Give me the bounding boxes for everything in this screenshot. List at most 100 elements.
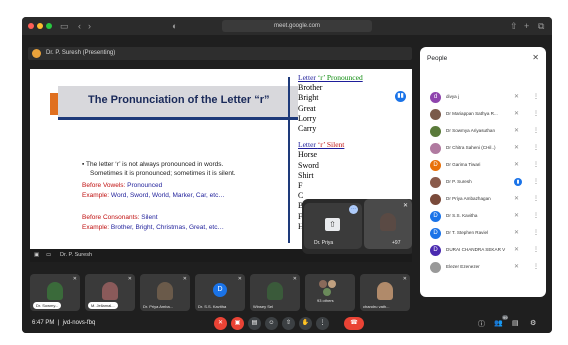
self-mic-off-icon[interactable]: ✕ <box>403 202 408 209</box>
participant-row[interactable]: Elezer Ezenezer ✕ ⋮ <box>420 259 546 276</box>
present-button[interactable]: ⇧ <box>282 317 295 330</box>
present-screen-icon[interactable]: ⇧ <box>325 218 340 231</box>
silent-word: Shirt <box>298 170 314 180</box>
participant-row[interactable]: D Dr T. Stephen Raviel ✕ ⋮ <box>420 225 546 242</box>
mic-off-icon: ✕ <box>514 162 520 168</box>
pronounced-word: Carry <box>298 124 317 134</box>
more-options-button[interactable]: ⋮ <box>316 317 329 330</box>
self-camera-tile: ✕ <box>364 199 412 249</box>
slide-example-2: Example: Brother, Bright, Christmas, Gre… <box>82 224 224 231</box>
mic-off-icon: ✕ <box>514 145 520 151</box>
others-tile[interactable]: 93 others <box>305 274 355 311</box>
chat-icon[interactable]: ▤ <box>512 319 519 327</box>
participant-row[interactable]: Dr Mariappan Sathya R... ✕ ⋮ <box>420 106 546 123</box>
people-panel-title: People <box>427 55 448 62</box>
participant-name: Dr Chitra Saheni (CHil..) <box>446 145 496 150</box>
more-options-icon[interactable]: ⋮ <box>533 110 539 117</box>
participant-name: DURAI CHANDRA SEKAR V <box>446 247 506 252</box>
participant-tile[interactable]: ✕ M. Jellamal... <box>85 274 135 311</box>
more-options-icon[interactable]: ⋮ <box>533 93 539 100</box>
more-options-icon[interactable]: ⋮ <box>533 229 539 236</box>
participant-video <box>102 282 118 300</box>
minimize-window-dot[interactable] <box>37 23 43 29</box>
mic-toggle-button[interactable]: ✕ <box>214 317 227 330</box>
pin-icon[interactable]: ▣ <box>34 249 39 262</box>
mic-off-icon: ✕ <box>292 276 297 282</box>
slide-before-vowels: Before Vowels: Pronounced <box>82 182 163 189</box>
people-icon[interactable]: 👥 <box>494 319 503 327</box>
people-count-badge: 99 <box>502 315 509 320</box>
shield-icon: ◐ <box>172 21 178 31</box>
browser-toolbar: ▭ ‹ › ◐ meet.google.com ⇧ + ⧉ <box>22 17 552 35</box>
self-view-name: Dr. Priya <box>314 240 334 246</box>
more-options-icon[interactable]: ⋮ <box>533 246 539 253</box>
screen-icon: ▭ <box>46 252 52 258</box>
close-icon[interactable]: ✕ <box>532 53 539 62</box>
slide-accent <box>50 93 58 115</box>
avatar: D <box>213 283 227 297</box>
participant-name: Dr Mariappan Sathya R... <box>446 111 498 116</box>
slide-example-1: Example: Word, Sword, World, Marker, Car… <box>82 192 225 199</box>
self-view-pill: ⇧ ⋯ ✕ Dr. Priya +97 <box>302 199 412 254</box>
participant-row[interactable]: D DURAI CHANDRA SEKAR V ✕ ⋮ <box>420 242 546 259</box>
participant-tile[interactable]: D ✕ Dr. S.S. Kavitha <box>195 274 245 311</box>
avatar <box>430 126 441 137</box>
participant-name: Dr S.S. Kavitha <box>446 213 478 218</box>
participant-tile[interactable]: ✕ chandru vath... <box>360 274 410 311</box>
expand-icon[interactable]: ⋯ <box>349 205 358 214</box>
participant-row[interactable]: Dr Sowmya Ariyasuthan ✕ ⋮ <box>420 123 546 140</box>
share-icon[interactable]: ⇧ <box>510 20 518 32</box>
more-options-icon[interactable]: ⋮ <box>533 144 539 151</box>
participant-name: Dr Garima Tiwari <box>446 162 481 167</box>
more-options-icon[interactable]: ⋮ <box>533 178 539 185</box>
participant-tile[interactable]: ✕ Dr. Sowmy... <box>30 274 80 311</box>
more-options-icon[interactable]: ⋮ <box>533 212 539 219</box>
more-options-icon[interactable]: ⋮ <box>533 195 539 202</box>
more-options-icon[interactable]: ⋮ <box>533 263 539 270</box>
pronounced-word: Great <box>298 103 316 113</box>
more-options-icon[interactable]: ⋮ <box>533 127 539 134</box>
reactions-button[interactable]: ☺ <box>265 317 278 330</box>
mic-off-icon: ✕ <box>182 276 187 282</box>
participant-row[interactable]: Dr P. Suresh ▮ ⋮ <box>420 174 546 191</box>
address-bar[interactable]: meet.google.com <box>222 20 372 32</box>
participant-tile[interactable]: ✕ Dr. Priya Amba... <box>140 274 190 311</box>
activities-icon[interactable]: ⚙ <box>530 319 536 327</box>
presentation-stage: The Pronunciation of the Letter “r” ▪ Th… <box>30 69 412 262</box>
sidebar-icon[interactable]: ▭ <box>60 20 69 32</box>
tabs-overview-icon[interactable]: ⧉ <box>538 20 544 32</box>
participant-row[interactable]: Dr Chitra Saheni (CHil..) ✕ ⋮ <box>420 140 546 157</box>
info-icon[interactable]: ⓘ <box>478 319 485 329</box>
audio-wave-icon: ▮▮ <box>395 91 406 102</box>
pronounced-word: Brother <box>298 83 323 93</box>
participant-video <box>47 282 63 300</box>
back-icon[interactable]: ‹ <box>78 20 81 32</box>
mic-off-icon: ✕ <box>514 94 520 100</box>
raise-hand-button[interactable]: ✋ <box>299 317 312 330</box>
participant-row[interactable]: d divya j ✕ ⋮ <box>420 89 546 106</box>
forward-icon[interactable]: › <box>88 20 91 32</box>
slide-divider <box>288 77 290 243</box>
participant-tile-name: Dr. S.S. Kavitha <box>198 304 227 309</box>
captions-button[interactable]: ▤ <box>248 317 261 330</box>
participant-row[interactable]: D Dr S.S. Kavitha ✕ ⋮ <box>420 208 546 225</box>
participant-row[interactable]: Dr Priya Ambazhagan ✕ ⋮ <box>420 191 546 208</box>
participant-tile[interactable]: ✕ Winsey Sel <box>250 274 300 311</box>
close-window-dot[interactable] <box>28 23 34 29</box>
zoom-window-dot[interactable] <box>46 23 52 29</box>
avatar: D <box>430 245 441 256</box>
pronounced-heading: Letter ‘r’ Pronounced <box>298 73 363 82</box>
participant-row[interactable]: D Dr Garima Tiwari ✕ ⋮ <box>420 157 546 174</box>
avatar <box>430 109 441 120</box>
more-options-icon[interactable]: ⋮ <box>533 161 539 168</box>
meeting-code: jvd-novs-fbq <box>62 320 96 326</box>
speaking-icon: ▮ <box>514 178 522 186</box>
slide-title: The Pronunciation of the Letter “r” <box>88 94 270 106</box>
camera-toggle-button[interactable]: ▣ <box>231 317 244 330</box>
participant-video <box>377 282 393 300</box>
leave-call-button[interactable]: ☎ <box>344 317 364 330</box>
new-tab-icon[interactable]: + <box>524 20 529 32</box>
url-text: meet.google.com <box>273 23 321 29</box>
others-avatar <box>323 288 331 296</box>
mic-off-icon: ✕ <box>514 247 520 253</box>
